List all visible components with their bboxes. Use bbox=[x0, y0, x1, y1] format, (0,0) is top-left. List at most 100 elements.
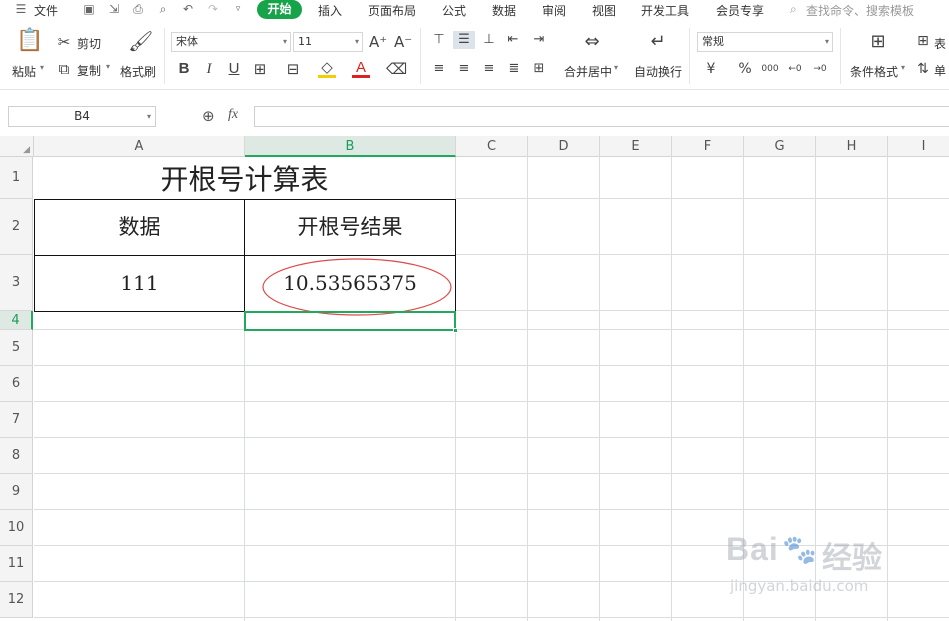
cell-button[interactable]: 单 bbox=[934, 62, 946, 79]
redo-icon[interactable]: ↷ bbox=[206, 2, 220, 16]
row-header-6[interactable]: 6 bbox=[0, 366, 33, 402]
row-header-5[interactable]: 5 bbox=[0, 330, 33, 366]
increase-font-icon[interactable]: A⁺ bbox=[369, 33, 387, 51]
wrap-text-icon[interactable]: ↵ bbox=[644, 33, 672, 51]
number-format-select[interactable]: 常规 ▾ bbox=[697, 32, 833, 52]
fill-color-icon[interactable]: ◇ bbox=[318, 60, 336, 78]
row-header-9[interactable]: 9 bbox=[0, 474, 33, 510]
formula-input[interactable] bbox=[254, 106, 949, 127]
menu-icon[interactable]: ☰ bbox=[14, 2, 28, 16]
selected-cell-b4[interactable] bbox=[244, 311, 458, 333]
copy-button[interactable]: 复制 bbox=[77, 62, 101, 79]
paste-icon[interactable]: 📋 bbox=[16, 30, 43, 58]
header-cell-sqrt[interactable]: 开根号结果 bbox=[245, 200, 455, 255]
column-header-c[interactable]: C bbox=[456, 136, 528, 157]
tab-review[interactable]: 审阅 bbox=[542, 2, 566, 19]
column-header-g[interactable]: G bbox=[744, 136, 816, 157]
column-header-a[interactable]: A bbox=[34, 136, 245, 157]
column-header-h[interactable]: H bbox=[816, 136, 888, 157]
row-header-12[interactable]: 12 bbox=[0, 582, 33, 618]
header-cell-data[interactable]: 数据 bbox=[35, 200, 244, 255]
align-bottom-icon[interactable]: ⊥ bbox=[480, 31, 498, 49]
select-all-corner[interactable]: ◢ bbox=[0, 136, 34, 157]
underline-button[interactable]: U bbox=[225, 60, 243, 78]
tab-view[interactable]: 视图 bbox=[592, 2, 616, 19]
row-header-2[interactable]: 2 bbox=[0, 199, 33, 255]
align-right-icon[interactable]: ≡ bbox=[480, 60, 498, 78]
row-header-4[interactable]: 4 bbox=[0, 311, 33, 330]
copy-dropdown-icon[interactable]: ▾ bbox=[106, 62, 110, 71]
indent-increase-icon[interactable]: ⇥ bbox=[530, 31, 548, 49]
align-top-icon[interactable]: ⊤ bbox=[430, 31, 448, 49]
tab-home[interactable]: 开始 bbox=[257, 0, 302, 19]
fx-button[interactable]: fx bbox=[228, 107, 238, 123]
more-icon[interactable]: ▿ bbox=[231, 2, 245, 16]
bold-button[interactable]: B bbox=[175, 60, 193, 78]
column-header-d[interactable]: D bbox=[528, 136, 600, 157]
save-icon[interactable]: ▣ bbox=[82, 2, 96, 16]
format-painter-icon[interactable]: 🖌 bbox=[128, 31, 153, 51]
justify-icon[interactable]: ≣ bbox=[505, 60, 523, 78]
command-search[interactable]: 查找命令、搜索模板 bbox=[806, 2, 914, 19]
currency-button[interactable]: ¥ bbox=[702, 60, 720, 78]
italic-button[interactable]: I bbox=[200, 60, 218, 78]
tab-developer[interactable]: 开发工具 bbox=[641, 2, 689, 19]
conditional-format-button[interactable]: 条件格式 bbox=[850, 63, 898, 80]
tab-formulas[interactable]: 公式 bbox=[442, 2, 466, 19]
print-icon[interactable]: ⎙ bbox=[131, 2, 145, 16]
merge-center-button[interactable]: 合并居中 bbox=[564, 63, 612, 80]
fill-pattern-icon[interactable]: ⊟ bbox=[284, 60, 302, 78]
conditional-format-icon[interactable]: ⊞ bbox=[864, 33, 892, 51]
tab-page-layout[interactable]: 页面布局 bbox=[368, 2, 416, 19]
column-header-e[interactable]: E bbox=[600, 136, 672, 157]
undo-icon[interactable]: ↶ bbox=[181, 2, 195, 16]
copy-icon[interactable]: ⧉ bbox=[56, 60, 72, 78]
table-style-button[interactable]: 表 bbox=[934, 35, 946, 52]
column-header-i[interactable]: I bbox=[888, 136, 949, 157]
merge-dropdown-icon[interactable]: ▾ bbox=[614, 63, 618, 72]
font-name-select[interactable]: 宋体 ▾ bbox=[171, 32, 291, 52]
tab-member[interactable]: 会员专享 bbox=[716, 2, 764, 19]
data-value-cell[interactable]: 111 bbox=[35, 256, 244, 311]
name-box[interactable]: B4 ▾ bbox=[8, 106, 156, 127]
borders-icon[interactable]: ⊞ bbox=[251, 60, 269, 78]
row-header-3[interactable]: 3 bbox=[0, 255, 33, 311]
row-header-1[interactable]: 1 bbox=[0, 157, 33, 199]
font-size-select[interactable]: 11 ▾ bbox=[293, 32, 363, 52]
cell-icon[interactable]: ⇅ bbox=[914, 60, 932, 78]
tab-insert[interactable]: 插入 bbox=[318, 2, 342, 19]
indent-decrease-icon[interactable]: ⇤ bbox=[504, 31, 522, 49]
align-center-icon[interactable]: ≡ bbox=[455, 60, 473, 78]
file-menu[interactable]: 文件 bbox=[34, 2, 58, 19]
align-left-icon[interactable]: ≡ bbox=[430, 60, 448, 78]
merge-center-icon[interactable]: ⇔ bbox=[578, 33, 606, 51]
row-header-11[interactable]: 11 bbox=[0, 546, 33, 582]
print-preview-icon[interactable]: ⌕ bbox=[156, 2, 170, 16]
paste-button[interactable]: 粘贴 bbox=[12, 63, 36, 80]
decrease-font-icon[interactable]: A⁻ bbox=[394, 33, 412, 51]
row-header-7[interactable]: 7 bbox=[0, 402, 33, 438]
percent-button[interactable]: % bbox=[736, 60, 754, 78]
scissors-icon[interactable]: ✂ bbox=[56, 33, 72, 51]
thousands-separator-button[interactable]: 000 bbox=[759, 60, 781, 78]
font-color-button[interactable]: A bbox=[352, 60, 370, 78]
cut-button[interactable]: 剪切 bbox=[77, 35, 101, 52]
wrap-text-button[interactable]: 自动换行 bbox=[634, 63, 682, 80]
sheet-title-cell[interactable]: 开根号计算表 bbox=[34, 157, 455, 199]
distributed-icon[interactable]: ⊞ bbox=[530, 60, 548, 78]
cond-format-dropdown-icon[interactable]: ▾ bbox=[901, 63, 905, 72]
increase-decimal-icon[interactable]: ←0 bbox=[785, 60, 805, 78]
export-icon[interactable]: ⇲ bbox=[107, 2, 121, 16]
format-painter-button[interactable]: 格式刷 bbox=[120, 63, 156, 80]
fill-handle[interactable] bbox=[453, 328, 458, 333]
column-header-b[interactable]: B bbox=[245, 136, 456, 157]
search-icon[interactable]: ⌕ bbox=[790, 2, 797, 17]
row-header-10[interactable]: 10 bbox=[0, 510, 33, 546]
align-middle-icon[interactable]: ☰ bbox=[453, 31, 475, 49]
row-header-8[interactable]: 8 bbox=[0, 438, 33, 474]
clear-format-icon[interactable]: ⌫ bbox=[386, 60, 407, 78]
tab-data[interactable]: 数据 bbox=[492, 2, 516, 19]
table-style-icon[interactable]: ⊞ bbox=[914, 32, 932, 50]
decrease-decimal-icon[interactable]: →0 bbox=[810, 60, 830, 78]
zoom-icon[interactable]: ⊕ bbox=[202, 107, 215, 125]
